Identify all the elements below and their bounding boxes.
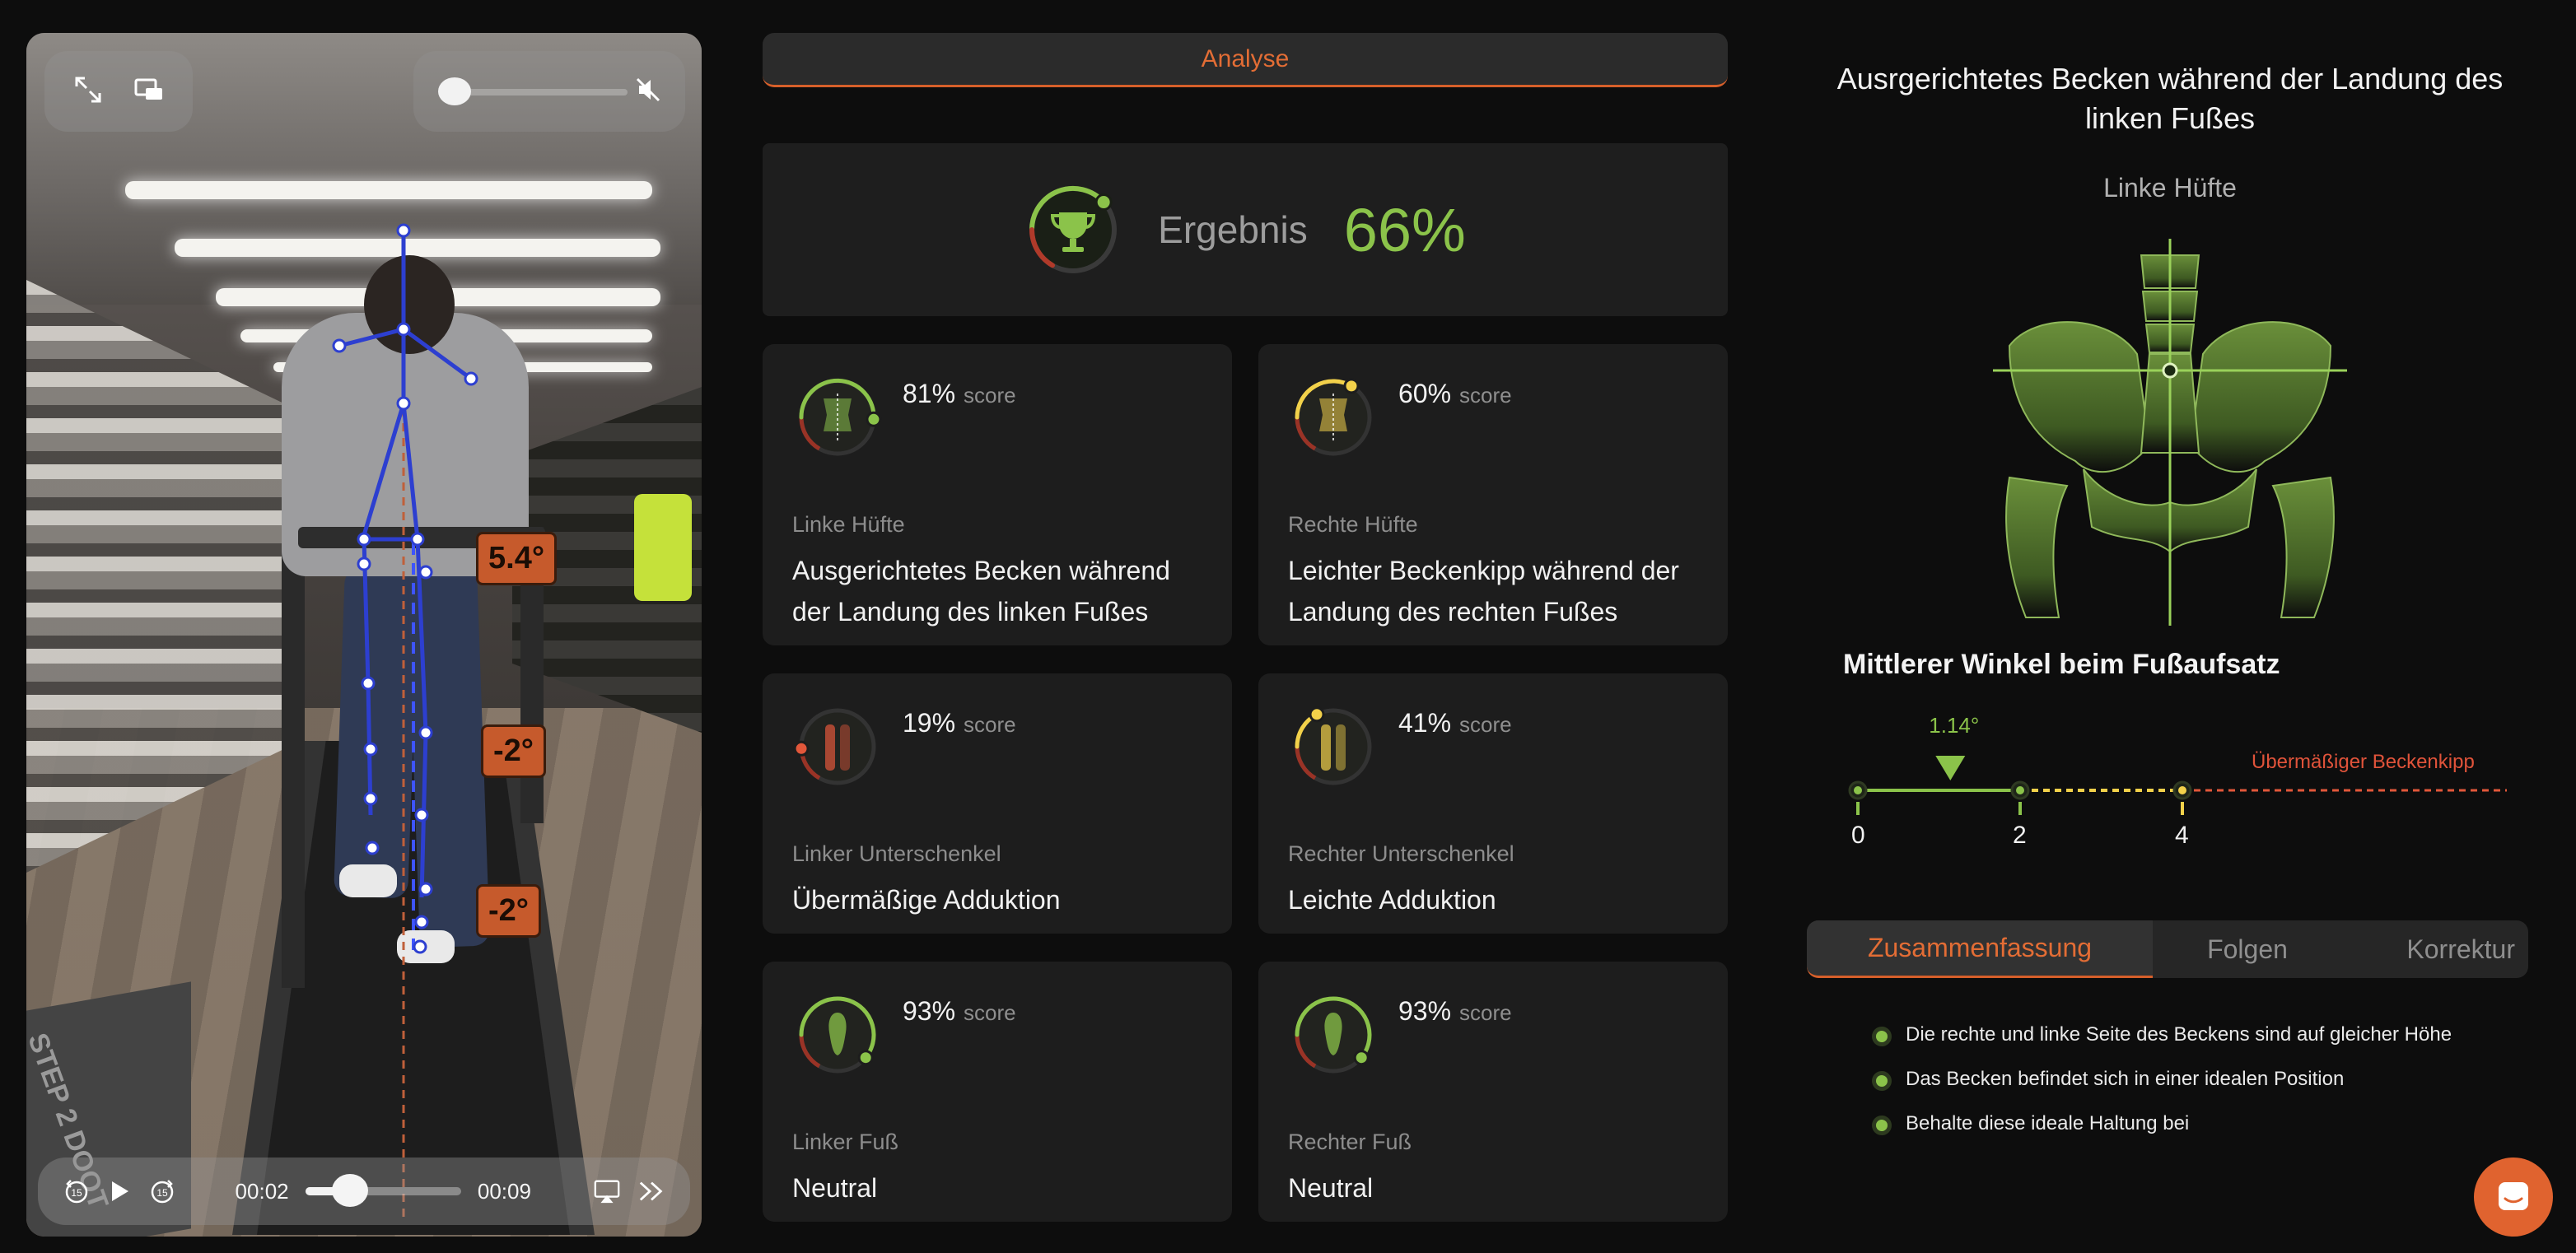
angle-heading: Mittlerer Winkel beim Fußaufsatz xyxy=(1843,649,2280,680)
leg-shape xyxy=(1336,724,1346,771)
angle-marker-triangle xyxy=(1935,756,1966,780)
pelvis-icon xyxy=(799,378,882,456)
svg-text:15: 15 xyxy=(71,1187,82,1199)
leg-icon xyxy=(793,708,876,785)
pelvis-icon xyxy=(1295,378,1372,456)
tab-analyse[interactable]: Analyse xyxy=(763,33,1728,87)
card-description: Neutral xyxy=(792,1173,878,1203)
score-percent: 93% score xyxy=(1398,996,1512,1026)
angle-tag-hip: 5.4° xyxy=(476,532,558,585)
gauge-indicator xyxy=(866,411,882,427)
tab-folgen[interactable]: Folgen xyxy=(2153,920,2342,978)
volume-slider[interactable] xyxy=(446,89,628,95)
card-description: Leichte Adduktion xyxy=(1288,885,1496,915)
score-card-left-foot[interactable]: 93% score Linker Fuß Neutral xyxy=(763,962,1232,1222)
score-percent: 81% score xyxy=(903,379,1016,408)
gauge-indicator xyxy=(857,1050,874,1066)
scale-tick-label: 4 xyxy=(2175,822,2189,849)
pelvis-illustration-icon xyxy=(1993,239,2347,626)
seek-bar[interactable] xyxy=(305,1174,461,1207)
picture-in-picture-icon[interactable] xyxy=(133,73,166,110)
bullet-dot-icon xyxy=(1876,1120,1888,1131)
warning-label: Übermäßiger Beckenkipp xyxy=(2252,751,2475,773)
detail-subtitle: Linke Hüfte xyxy=(2103,173,2237,203)
card-category: Rechte Hüfte xyxy=(1288,512,1418,537)
volume-controls xyxy=(413,51,685,132)
pose-skeleton-overlay xyxy=(332,223,478,1218)
score-card-left-shin[interactable]: 19% score Linker Unterschenkel Übermäßige… xyxy=(763,673,1232,934)
volume-knob[interactable] xyxy=(438,77,471,105)
card-category: Linke Hüfte xyxy=(792,512,905,537)
card-description: Leichter Beckenkipp während der Landung … xyxy=(1288,556,1679,626)
chat-button[interactable] xyxy=(2474,1158,2553,1237)
tab-korrektur[interactable]: Korrektur xyxy=(2342,920,2528,978)
seek-bar-knob[interactable] xyxy=(331,1174,368,1207)
foot-icon xyxy=(799,996,876,1074)
tab-zusammenfassung[interactable]: Zusammenfassung xyxy=(1807,920,2153,978)
scale-node-core xyxy=(1854,786,1862,794)
bullet-dot-icon xyxy=(1876,1031,1888,1042)
leg-shape xyxy=(840,724,850,771)
result-value: 66% xyxy=(1343,195,1466,264)
score-card-right-hip[interactable]: 60% score Rechte Hüfte Leichter Beckenkip… xyxy=(1258,344,1728,645)
card-category: Linker Fuß xyxy=(792,1130,899,1154)
scale-tick-label: 2 xyxy=(2013,822,2027,849)
card-description: Übermäßige Adduktion xyxy=(792,885,1061,915)
play-icon[interactable] xyxy=(107,1177,132,1205)
duration: 00:09 xyxy=(477,1178,531,1204)
leg-icon xyxy=(1295,706,1372,785)
gauge-indicator xyxy=(1343,378,1360,394)
result-label: Ergebnis xyxy=(1158,208,1308,251)
score-card-right-foot[interactable]: 93% score Rechter Fuß Neutral xyxy=(1258,962,1728,1222)
trophy-icon xyxy=(1029,185,1118,273)
card-description: Ausgerichtetes Becken während der Landun… xyxy=(792,556,1170,626)
forward-15-icon[interactable]: 15 xyxy=(148,1177,176,1205)
chat-icon xyxy=(2499,1182,2528,1210)
summary-list: Die rechte und linke Seite des Beckens s… xyxy=(1876,1021,2518,1154)
bullet-dot-icon xyxy=(1876,1075,1888,1087)
detail-title: Ausrgerichtetes Becken während der Landu… xyxy=(1836,62,2504,135)
score-percent: 93% score xyxy=(903,996,1016,1026)
angle-marker-value: 1.14° xyxy=(1929,713,1980,738)
gauge-indicator xyxy=(1353,1050,1370,1066)
angle-tag-right-leg: -2° xyxy=(476,884,541,938)
rewind-15-icon[interactable]: 15 xyxy=(63,1177,91,1205)
score-percent: 60% score xyxy=(1398,379,1512,408)
fullscreen-icon[interactable] xyxy=(72,73,105,110)
scale-node-core xyxy=(2178,786,2186,794)
skeleton-joints xyxy=(332,223,478,954)
airplay-icon[interactable] xyxy=(593,1177,621,1205)
video-player[interactable]: STEP 2 DOOT 5.4° -2° -2° 15 15 00:02 00:… xyxy=(26,33,702,1237)
angle-scale: 1.14° Übermäßiger Beckenkipp 0 2 4 xyxy=(1828,700,2520,864)
leg-shape xyxy=(825,724,835,771)
list-item: Behalte diese ideale Haltung bei xyxy=(1876,1110,2518,1138)
score-card-right-shin[interactable]: 41% score Rechter Unterschenkel Leichte A… xyxy=(1258,673,1728,934)
detail-tabs: Zusammenfassung Folgen Korrektur xyxy=(1807,920,2528,978)
card-category: Linker Unterschenkel xyxy=(792,841,1001,866)
mute-icon[interactable] xyxy=(634,76,662,104)
card-description: Neutral xyxy=(1288,1173,1374,1203)
list-item: Die rechte und linke Seite des Beckens s… xyxy=(1876,1021,2518,1049)
video-top-left-controls xyxy=(44,51,193,132)
card-category: Rechter Fuß xyxy=(1288,1130,1412,1154)
leg-shape xyxy=(1321,724,1331,771)
skip-forward-icon[interactable] xyxy=(637,1177,665,1205)
svg-text:15: 15 xyxy=(156,1187,168,1199)
score-percent: 41% score xyxy=(1398,708,1512,738)
current-time: 00:02 xyxy=(235,1178,289,1204)
scale-tick-label: 0 xyxy=(1851,822,1865,849)
foot-icon xyxy=(1295,996,1372,1074)
card-category: Rechter Unterschenkel xyxy=(1288,841,1514,866)
list-item: Das Becken befindet sich in einer ideale… xyxy=(1876,1065,2518,1093)
gauge-indicator xyxy=(1309,706,1325,723)
result-card: Ergebnis 66% xyxy=(763,143,1728,316)
gauge-indicator xyxy=(793,740,810,757)
playback-controls: 15 15 00:02 00:09 xyxy=(38,1158,690,1225)
scale-node-core xyxy=(2016,786,2024,794)
score-card-left-hip[interactable]: 81% score Linke Hüfte Ausgerichtetes Beck… xyxy=(763,344,1232,645)
angle-tag-left-leg: -2° xyxy=(481,724,546,778)
score-percent: 19% score xyxy=(903,708,1016,738)
